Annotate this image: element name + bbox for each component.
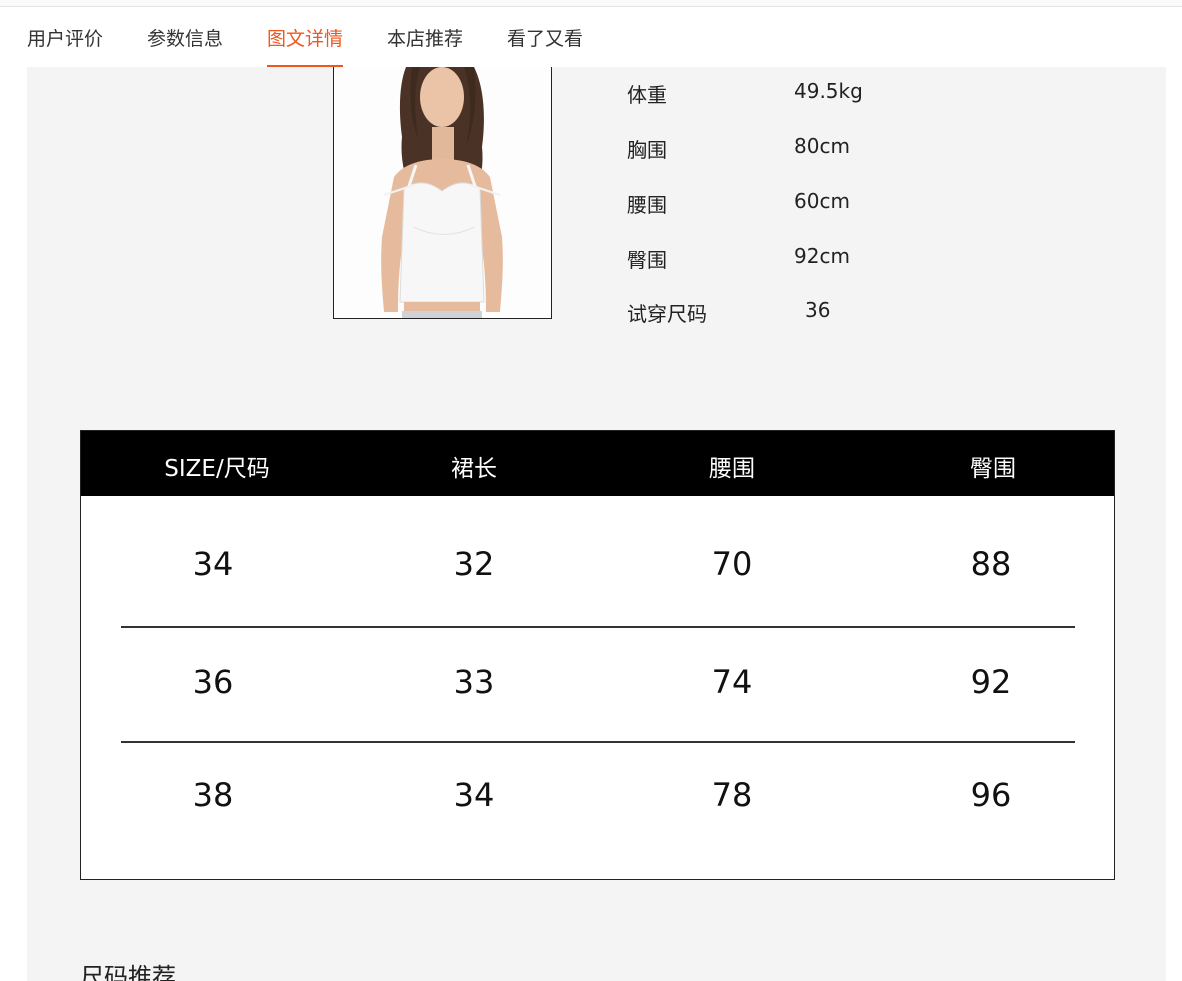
table-cell: 96: [970, 776, 1012, 814]
model-photo-illustration: [334, 67, 551, 318]
spec-label: 体重: [627, 83, 667, 107]
size-chart-header: SIZE/尺码 裙长 腰围 臀围: [81, 431, 1114, 496]
product-detail-content: 体重 49.5kg 胸围 80cm 腰围 60cm 臀围 92cm 试穿尺码 3…: [27, 67, 1166, 981]
table-cell: 34: [192, 545, 234, 583]
table-cell: 33: [453, 663, 495, 701]
table-header-hip: 臀围: [970, 456, 1016, 482]
spec-value: 49.5kg: [794, 79, 863, 103]
table-cell: 38: [192, 776, 234, 814]
tab-store-recommend[interactable]: 本店推荐: [387, 24, 463, 67]
detail-tabs: 用户评价 参数信息 图文详情 本店推荐 看了又看: [0, 7, 1182, 67]
row-divider: [121, 741, 1075, 743]
table-cell: 74: [711, 663, 753, 701]
model-photo: [333, 67, 552, 319]
spec-label: 试穿尺码: [627, 302, 707, 326]
tab-user-reviews[interactable]: 用户评价: [27, 24, 103, 67]
tab-label: 本店推荐: [387, 28, 464, 50]
spec-value: 60cm: [794, 189, 850, 213]
tab-also-viewed[interactable]: 看了又看: [507, 24, 583, 67]
top-border: [0, 0, 1182, 7]
tab-label: 图文详情: [267, 28, 344, 50]
tab-label: 看了又看: [507, 28, 584, 50]
table-header-waist: 腰围: [709, 456, 755, 482]
spec-label: 臀围: [627, 248, 667, 272]
size-recommend-title: 尺码推荐: [80, 963, 176, 981]
table-cell: 78: [711, 776, 753, 814]
tab-label: 用户评价: [27, 28, 104, 50]
table-cell: 70: [711, 545, 753, 583]
table-cell: 34: [453, 776, 495, 814]
tab-label: 参数信息: [147, 28, 224, 50]
tab-details[interactable]: 图文详情: [267, 24, 344, 67]
table-cell: 36: [192, 663, 234, 701]
table-cell: 32: [453, 545, 495, 583]
spec-value: 92cm: [794, 244, 850, 268]
spec-label: 胸围: [627, 138, 667, 162]
table-header-size: SIZE/尺码: [164, 456, 270, 482]
tab-parameters[interactable]: 参数信息: [147, 24, 223, 67]
spec-value: 80cm: [794, 134, 850, 158]
table-header-skirt-length: 裙长: [451, 456, 497, 482]
table-cell: 88: [970, 545, 1012, 583]
row-divider: [121, 626, 1075, 628]
table-cell: 92: [970, 663, 1012, 701]
spec-label: 腰围: [627, 193, 667, 217]
size-chart-table: SIZE/尺码 裙长 腰围 臀围 34 32 70 88 36 33 74 92…: [80, 430, 1115, 880]
spec-value: 36: [805, 298, 831, 322]
